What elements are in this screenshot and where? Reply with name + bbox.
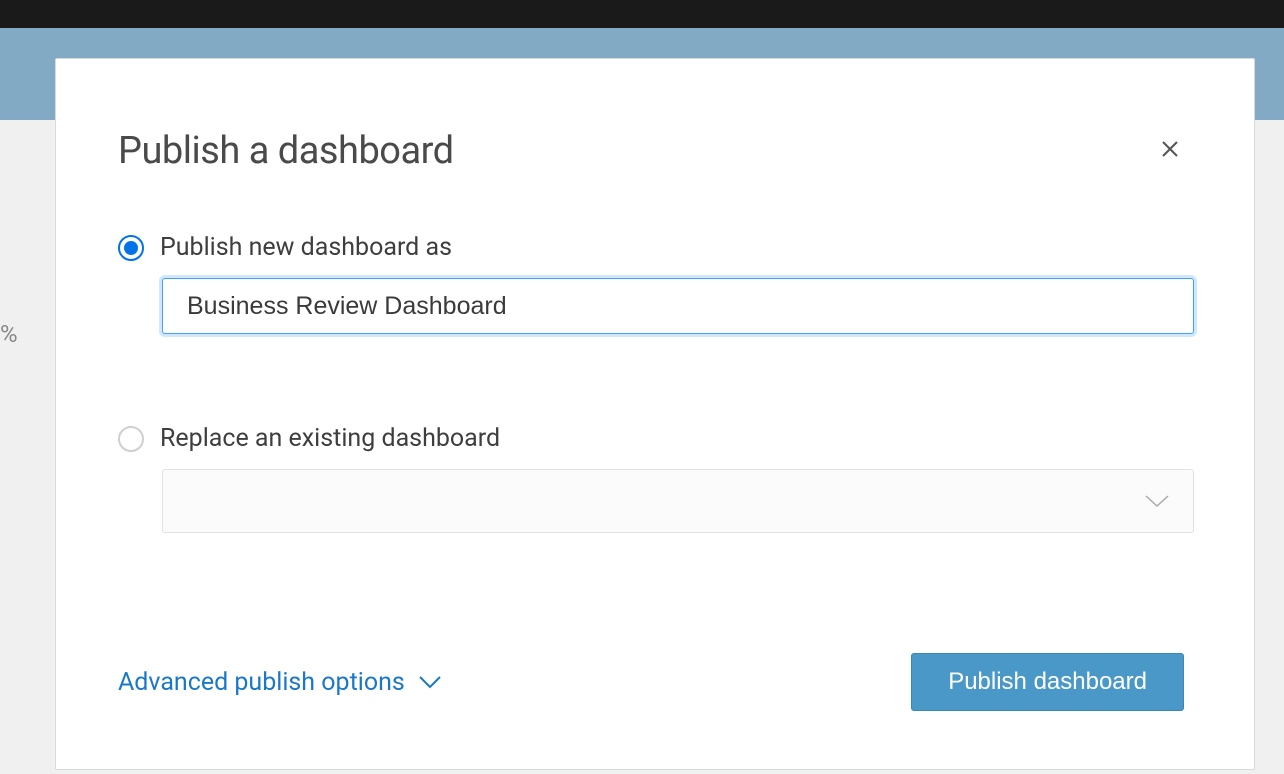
modal-overlay: Publish a dashboard Publish new dashboar… [0, 28, 1284, 774]
replace-existing-option-group: Replace an existing dashboard [118, 424, 1184, 533]
advanced-link-label: Advanced publish options [118, 668, 405, 697]
modal-footer: Advanced publish options Publish dashboa… [118, 653, 1184, 711]
existing-dashboard-select[interactable] [162, 469, 1194, 533]
close-button[interactable] [1156, 135, 1184, 166]
replace-existing-radio[interactable] [118, 426, 144, 452]
publish-dashboard-button[interactable]: Publish dashboard [911, 653, 1184, 711]
dashboard-name-input[interactable] [162, 278, 1194, 334]
modal-header: Publish a dashboard [118, 129, 1184, 173]
top-bar [0, 0, 1284, 28]
publish-new-radio[interactable] [118, 235, 144, 261]
replace-existing-option-row: Replace an existing dashboard [118, 424, 1184, 453]
modal-title: Publish a dashboard [118, 129, 454, 173]
chevron-down-icon [1143, 492, 1171, 510]
replace-existing-label: Replace an existing dashboard [160, 424, 500, 453]
publish-new-option-row: Publish new dashboard as [118, 233, 1184, 262]
publish-new-option-group: Publish new dashboard as [118, 233, 1184, 334]
chevron-down-icon [417, 674, 443, 690]
publish-dashboard-modal: Publish a dashboard Publish new dashboar… [55, 58, 1255, 770]
close-icon [1160, 139, 1180, 159]
publish-new-label: Publish new dashboard as [160, 233, 452, 262]
advanced-publish-options-link[interactable]: Advanced publish options [118, 668, 443, 697]
